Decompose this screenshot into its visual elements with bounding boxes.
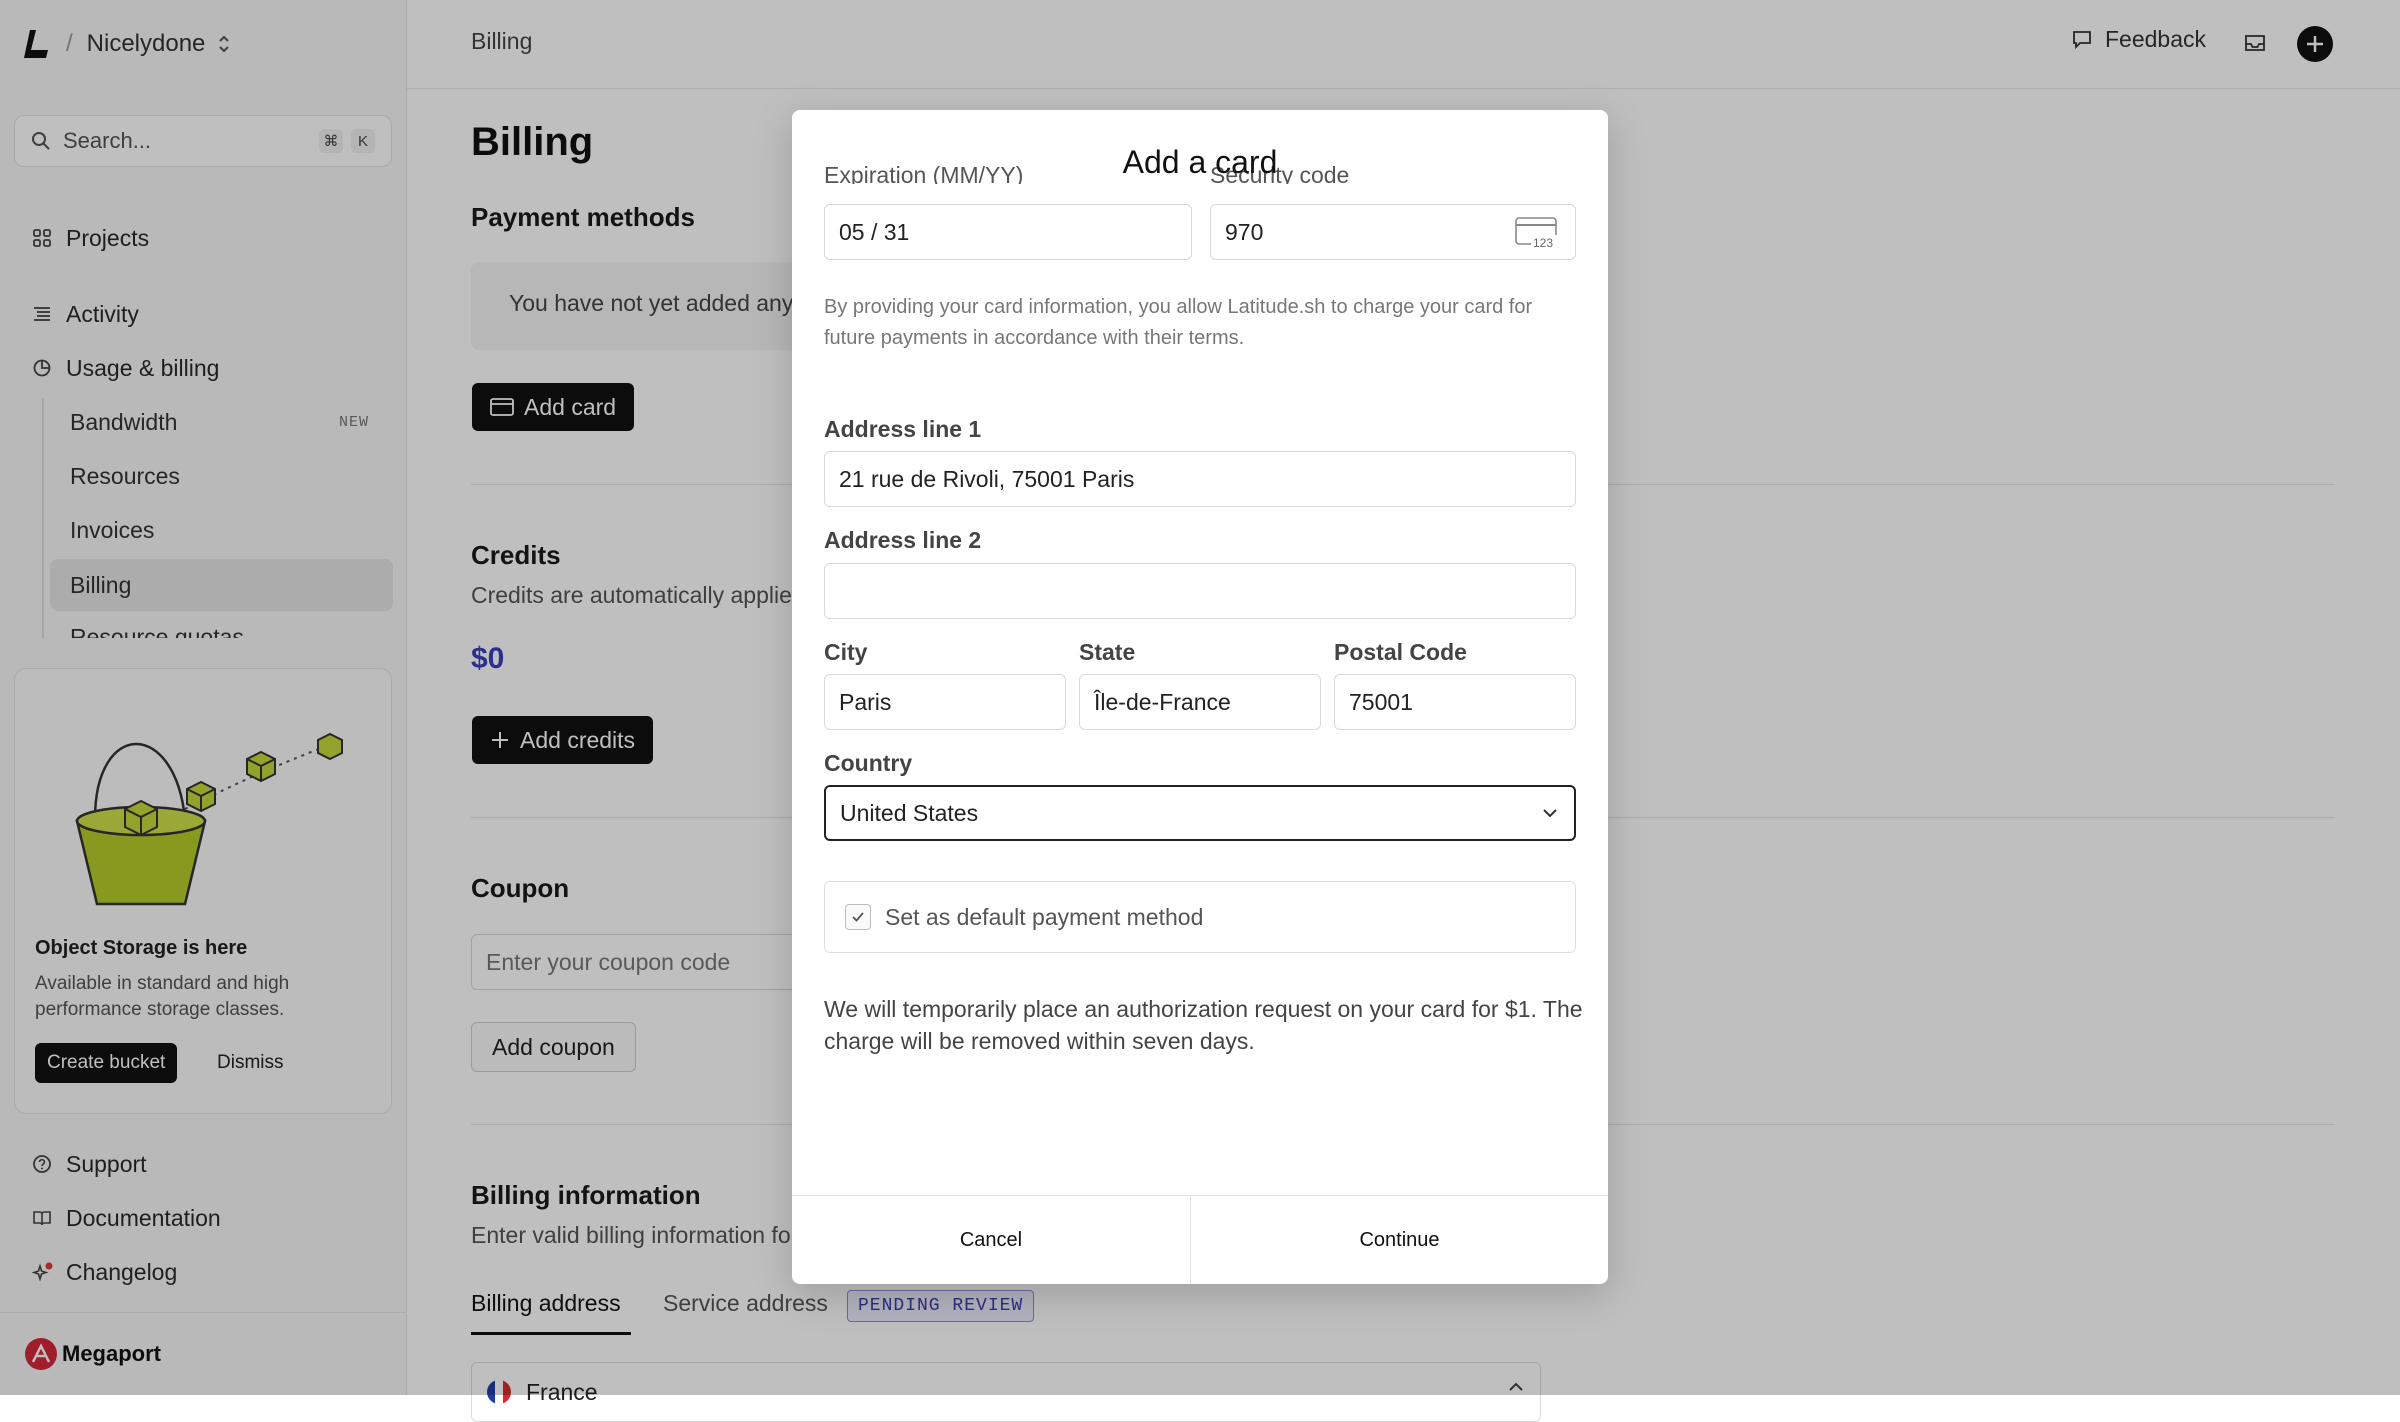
- cancel-button[interactable]: Cancel: [792, 1196, 1191, 1284]
- address-line-2-label: Address line 2: [824, 527, 982, 553]
- default-payment-label: Set as default payment method: [885, 903, 1204, 930]
- card-cvc-icon: 123: [1515, 217, 1561, 251]
- continue-button[interactable]: Continue: [1191, 1196, 1608, 1284]
- dialog-footer: Cancel Continue: [792, 1195, 1608, 1284]
- security-code-value: 970: [1225, 218, 1264, 245]
- dialog-title: Add a card: [1122, 144, 1278, 180]
- address-line-2-input[interactable]: [824, 563, 1576, 619]
- add-card-dialog: Expiration (MM/YY) Security code Add a c…: [792, 110, 1608, 1284]
- default-payment-checkbox-row[interactable]: Set as default payment method: [824, 881, 1576, 953]
- address-line-1-input[interactable]: 21 rue de Rivoli, 75001 Paris: [824, 451, 1576, 507]
- default-payment-checkbox[interactable]: [845, 904, 871, 930]
- country-value: United States: [840, 799, 979, 826]
- security-code-input[interactable]: 970 123: [1210, 204, 1576, 260]
- state-input[interactable]: Île-de-France: [1079, 674, 1321, 730]
- check-icon: [852, 912, 864, 922]
- city-label: City: [824, 639, 868, 665]
- state-label: State: [1079, 639, 1136, 665]
- state-value: Île-de-France: [1094, 688, 1231, 715]
- postal-code-label: Postal Code: [1334, 639, 1467, 665]
- address-line-1-label: Address line 1: [824, 416, 982, 442]
- expiration-value: 05 / 31: [839, 218, 910, 245]
- country-label: Country: [824, 750, 913, 776]
- svg-text:123: 123: [1533, 236, 1553, 250]
- postal-code-value: 75001: [1349, 688, 1413, 715]
- chevron-down-icon: [1542, 807, 1558, 819]
- city-value: Paris: [839, 688, 892, 715]
- expiration-input[interactable]: 05 / 31: [824, 204, 1192, 260]
- authorization-note: We will temporarily place an authorizati…: [824, 996, 1583, 1054]
- postal-code-input[interactable]: 75001: [1334, 674, 1576, 730]
- country-select[interactable]: United States: [824, 785, 1576, 841]
- consent-note: By providing your card information, you …: [824, 296, 1533, 349]
- address-line-1-value: 21 rue de Rivoli, 75001 Paris: [839, 465, 1135, 492]
- city-input[interactable]: Paris: [824, 674, 1066, 730]
